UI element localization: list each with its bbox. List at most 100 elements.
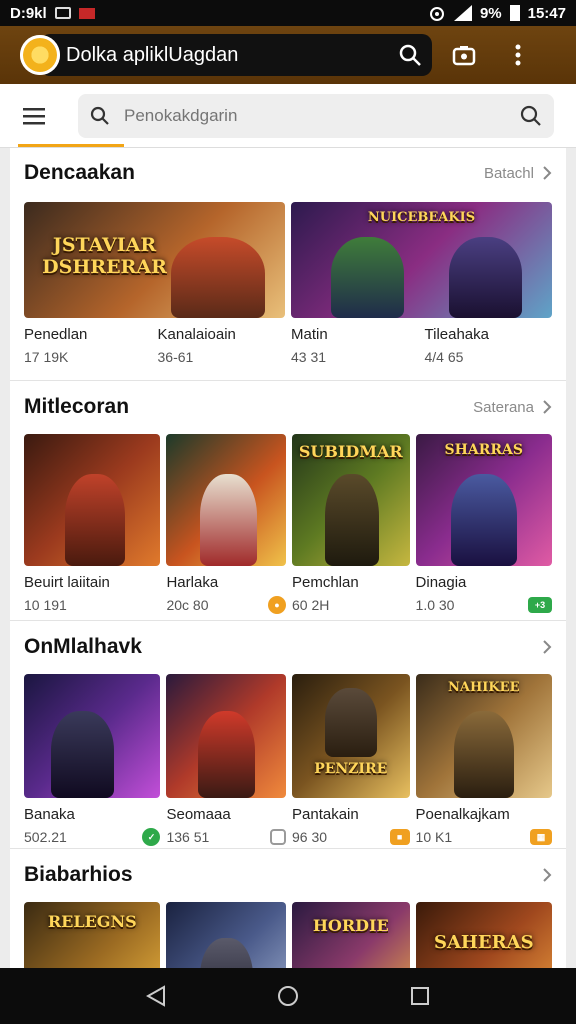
section-divider	[10, 620, 566, 621]
character-figure	[324, 473, 379, 566]
game-info[interactable]: Tileahaka 4/4 65	[425, 318, 553, 366]
see-all-link[interactable]	[542, 640, 552, 654]
character-figure	[199, 938, 253, 968]
section-title: OnMlalhavk	[24, 635, 142, 658]
coin-icon: ●	[268, 596, 286, 614]
game-name: Poenalkajkam	[415, 806, 510, 823]
game-info[interactable]: Kanalaioain 36-61	[158, 318, 286, 366]
game-info[interactable]: Penedlan 17 19K	[24, 318, 152, 366]
game-meta-text: 10 K1	[415, 829, 453, 845]
more-options-icon[interactable]	[496, 33, 540, 77]
battery-percent: 9%	[479, 4, 502, 22]
home-icon[interactable]	[268, 976, 308, 1016]
game-card[interactable]: PENZIRE Pantakain 96 30 ■	[292, 674, 410, 846]
game-meta-text: 136 51	[166, 829, 210, 845]
leaf-icon: ✓	[142, 828, 161, 846]
character-figure	[448, 236, 522, 318]
see-all-link[interactable]: Saterana	[473, 399, 552, 416]
section-header: Biabarhios	[10, 850, 566, 900]
game-meta: 17 19K	[24, 349, 69, 365]
game-meta: 502.21 ✓	[24, 828, 161, 846]
back-icon[interactable]	[136, 976, 176, 1016]
game-meta-text: 502.21	[24, 829, 67, 845]
game-meta: 1.0 30 +3	[416, 596, 552, 614]
game-art: NAHIKEE	[415, 674, 552, 798]
game-card[interactable]: Banaka 502.21 ✓	[24, 674, 161, 846]
game-art: JSTAVIAR DSHRERAR	[24, 202, 285, 318]
search-box[interactable]	[78, 93, 554, 138]
square-icon	[270, 829, 286, 845]
game-name: Seomaaa	[166, 806, 231, 823]
flag-icon	[78, 7, 95, 19]
app-bar: Dolka apliklUagdan	[0, 26, 576, 84]
active-tab-indicator	[18, 144, 124, 147]
game-card[interactable]: NAHIKEE Poenalkajkam 10 K1 ▦	[415, 674, 552, 846]
game-art-title: SUBIDMAR	[298, 442, 403, 461]
app-logo[interactable]	[20, 35, 60, 75]
game-card[interactable]: HORDIE	[292, 902, 410, 968]
search-row	[0, 84, 576, 148]
character-figure	[324, 688, 377, 758]
game-art: RELEGNS	[24, 902, 161, 968]
game-meta: 136 51	[166, 828, 286, 846]
game-meta-text: 20c 80	[166, 597, 209, 613]
section-2: Mitlecoran Saterana Beuirt laiitain 10 1…	[10, 382, 566, 614]
game-name: Penedlan	[24, 326, 88, 343]
content-area: Dencaakan Batachl JSTAVIAR DSHRERAR NUIC…	[10, 148, 566, 968]
game-art	[24, 434, 161, 566]
game-art-title: SHARRAS	[444, 442, 523, 458]
battery-icon	[509, 5, 520, 21]
game-meta-text: 96 30	[292, 829, 328, 845]
signal-icon	[453, 5, 472, 21]
game-card[interactable]: Beuirt laiitain 10 191	[24, 434, 161, 614]
section-4: Biabarhios RELEGNS HORDIE SAHERAS	[10, 850, 566, 968]
search-field-icon	[90, 106, 109, 125]
search-icon[interactable]	[388, 34, 432, 76]
game-card[interactable]: SUBIDMAR Pemchlan 60 2H	[292, 434, 410, 614]
game-art: SAHERAS	[415, 902, 552, 968]
section-divider	[10, 380, 566, 381]
game-card[interactable]: RELEGNS	[24, 902, 161, 968]
alarm-icon	[429, 7, 444, 21]
status-time: 15:47	[527, 4, 566, 22]
character-figure	[199, 473, 258, 566]
game-meta: 36-61	[157, 349, 194, 365]
search-input[interactable]	[124, 105, 520, 126]
character-figure	[171, 236, 265, 318]
game-meta: 96 30 ■	[292, 828, 410, 846]
see-all-link[interactable]	[542, 868, 552, 882]
camera-icon[interactable]	[442, 33, 486, 77]
chevron-right-icon	[543, 640, 552, 654]
game-meta: 10 K1 ▦	[416, 828, 552, 846]
section-divider	[10, 848, 566, 849]
section-title: Mitlecoran	[24, 395, 130, 418]
game-card[interactable]: Seomaaa 136 51	[166, 674, 286, 846]
game-banner[interactable]: NUICEBEAKIS	[291, 202, 552, 318]
game-art: SUBIDMAR	[292, 434, 410, 566]
section-header: Dencaakan Batachl	[10, 148, 566, 198]
game-name: Banaka	[24, 806, 75, 823]
game-meta-text: 1.0 30	[415, 597, 455, 613]
section-title: Biabarhios	[24, 863, 133, 886]
box-icon: ■	[389, 829, 410, 845]
game-card[interactable]	[166, 902, 286, 968]
see-all-link[interactable]: Batachl	[484, 165, 552, 182]
game-art-title: SAHERAS	[433, 932, 534, 953]
recents-icon[interactable]	[400, 976, 440, 1016]
game-name: Pantakain	[292, 806, 359, 823]
photo-notification-icon	[54, 7, 71, 19]
game-card[interactable]: SAHERAS	[415, 902, 552, 968]
character-figure	[51, 711, 115, 798]
section-3: OnMlalhavk Banaka 502.21 ✓ Seomaaa 136 51	[10, 622, 566, 846]
game-banner[interactable]: JSTAVIAR DSHRERAR	[24, 202, 285, 318]
game-art-title: NAHIKEE	[448, 680, 520, 695]
game-card[interactable]: Harlaka 20c 80 ●	[166, 434, 286, 614]
game-info[interactable]: Matin 43 31	[291, 318, 419, 366]
character-figure	[64, 473, 125, 566]
plus-icon: +3	[528, 597, 552, 613]
see-all-label: Saterana	[473, 398, 534, 416]
menu-icon[interactable]	[14, 96, 54, 136]
game-art-title: HORDIE	[312, 916, 389, 935]
search-submit-icon[interactable]	[520, 105, 542, 127]
game-card[interactable]: SHARRAS Dinagia 1.0 30 +3	[415, 434, 552, 614]
